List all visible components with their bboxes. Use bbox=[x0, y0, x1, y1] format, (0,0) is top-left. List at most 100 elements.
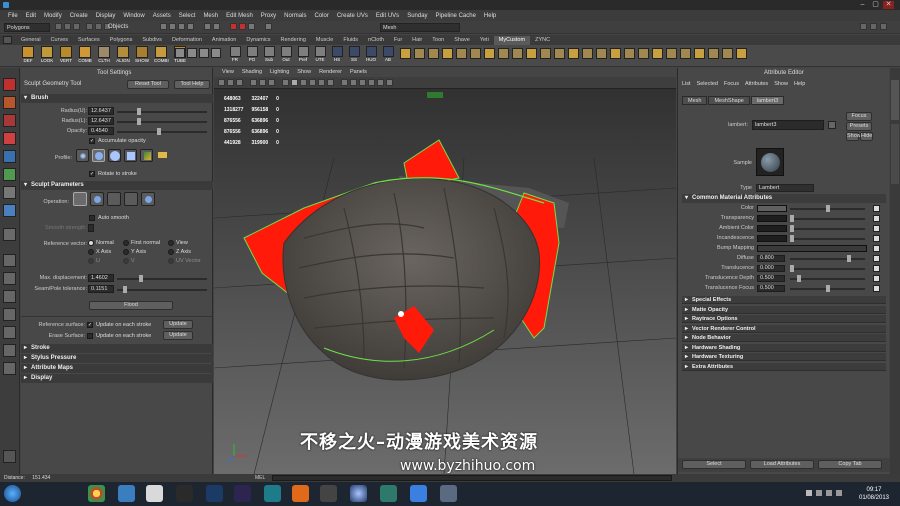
shelf-button-ute[interactable]: UTE bbox=[313, 46, 327, 62]
shelf-tool-icon[interactable] bbox=[498, 48, 509, 59]
shelf-tab-animation[interactable]: Animation bbox=[207, 36, 241, 45]
reference-vector-option[interactable]: U bbox=[88, 258, 100, 264]
slider-handle[interactable] bbox=[157, 128, 161, 135]
copy-tab-button[interactable]: Copy Tab bbox=[818, 460, 882, 469]
radius-u-slider[interactable] bbox=[117, 108, 207, 115]
attribute-slider[interactable] bbox=[790, 265, 865, 272]
focus-button[interactable]: Focus bbox=[846, 112, 872, 121]
camera-attributes-icon[interactable] bbox=[227, 79, 234, 86]
shelf-tab-curves[interactable]: Curves bbox=[46, 36, 73, 45]
tool-help-button[interactable]: Tool Help bbox=[174, 80, 210, 89]
section-header-special-effects[interactable]: Special Effects bbox=[682, 296, 886, 304]
viewport-menu-renderer[interactable]: Renderer bbox=[315, 68, 346, 77]
shelf-tool-icon[interactable] bbox=[400, 48, 411, 59]
channel-box-toggle-icon[interactable] bbox=[860, 23, 867, 30]
go-to-input-icon[interactable] bbox=[828, 121, 836, 129]
erase-update-button[interactable]: Update bbox=[163, 331, 193, 340]
tool-settings-toggle-icon[interactable] bbox=[880, 23, 887, 30]
color-swatch[interactable] bbox=[757, 205, 787, 212]
unknown-icon[interactable] bbox=[440, 485, 457, 502]
shelf-tab-hair[interactable]: Hair bbox=[407, 36, 427, 45]
start-orb-icon[interactable] bbox=[4, 485, 21, 502]
last-tool-icon[interactable] bbox=[3, 228, 16, 241]
section-header-stylus-pressure[interactable]: Stylus Pressure bbox=[21, 354, 213, 363]
shelf-tool-icon[interactable] bbox=[187, 48, 197, 58]
flag-icon[interactable] bbox=[836, 490, 842, 496]
shelf-tab-toon[interactable]: Toon bbox=[427, 36, 449, 45]
render-layout-icon[interactable] bbox=[3, 344, 16, 357]
lasso-tool-icon[interactable] bbox=[3, 96, 16, 109]
depth-of-field-icon[interactable] bbox=[386, 79, 393, 86]
shelf-tab-deformation[interactable]: Deformation bbox=[167, 36, 207, 45]
radio-button[interactable] bbox=[123, 249, 129, 255]
ambient-occlusion-icon[interactable] bbox=[359, 79, 366, 86]
shelf-button-align[interactable]: ALIGN bbox=[115, 46, 131, 63]
resolution-gate-icon[interactable] bbox=[268, 79, 275, 86]
shelf-tool-icon[interactable] bbox=[456, 48, 467, 59]
shelf-button-pref[interactable]: Pref bbox=[296, 46, 310, 62]
anti-alias-icon[interactable] bbox=[377, 79, 384, 86]
smooth-operation-icon[interactable] bbox=[107, 192, 121, 206]
shelf-button-clth[interactable]: CLTH bbox=[96, 46, 112, 63]
shelf-tab-fur[interactable]: Fur bbox=[389, 36, 407, 45]
nuke-icon[interactable] bbox=[146, 485, 163, 502]
shelf-tool-icon[interactable] bbox=[414, 48, 425, 59]
menu-window[interactable]: Window bbox=[119, 13, 148, 19]
smooth-shade-icon[interactable] bbox=[291, 79, 298, 86]
shelf-tab-subdivs[interactable]: Subdivs bbox=[137, 36, 167, 45]
radio-button[interactable] bbox=[88, 240, 94, 246]
reference-vector-option[interactable]: V bbox=[123, 258, 135, 264]
lights-icon[interactable] bbox=[318, 79, 325, 86]
shelf-tool-icon[interactable] bbox=[540, 48, 551, 59]
toolbox-settings-icon[interactable] bbox=[3, 450, 16, 463]
cinema4d-icon[interactable] bbox=[350, 485, 367, 502]
camera-select-icon[interactable] bbox=[218, 79, 225, 86]
shelf-tool-icon[interactable] bbox=[610, 48, 621, 59]
reference-vector-option[interactable]: View bbox=[168, 240, 188, 246]
shelf-button-huo[interactable]: HUO bbox=[364, 46, 378, 62]
slider-handle[interactable] bbox=[790, 265, 794, 272]
section-header-stroke[interactable]: Stroke bbox=[21, 344, 213, 353]
shelf-button-fr[interactable]: FR bbox=[228, 46, 242, 62]
max-displacement-slider[interactable] bbox=[117, 275, 207, 282]
menu-assets[interactable]: Assets bbox=[149, 13, 175, 19]
radius-l-slider[interactable] bbox=[117, 118, 207, 125]
shelf-tool-icon[interactable] bbox=[666, 48, 677, 59]
radio-button[interactable] bbox=[123, 240, 129, 246]
map-button-icon[interactable] bbox=[873, 215, 880, 222]
reference-vector-option[interactable]: UV Vector bbox=[168, 258, 201, 264]
four-view-layout-icon[interactable] bbox=[3, 272, 16, 285]
reference-vector-option[interactable]: First normal bbox=[123, 240, 160, 246]
channel-box-side-tab[interactable] bbox=[891, 124, 899, 184]
chrome-icon[interactable] bbox=[88, 485, 105, 502]
node-tab-mesh[interactable]: Mesh bbox=[682, 96, 708, 105]
menu-proxy[interactable]: Proxy bbox=[257, 13, 280, 19]
select-object-icon[interactable] bbox=[95, 23, 102, 30]
select-button[interactable]: Select bbox=[682, 460, 746, 469]
map-button-icon[interactable] bbox=[873, 285, 880, 292]
snap-view-plane-icon[interactable] bbox=[187, 23, 194, 30]
section-header-extra-attributes[interactable]: Extra Attributes bbox=[682, 362, 886, 371]
outliner-layout-icon[interactable] bbox=[3, 290, 16, 303]
attribute-slider[interactable] bbox=[790, 275, 865, 282]
radio-button[interactable] bbox=[123, 258, 129, 264]
shelf-tab-ncloth[interactable]: nCloth bbox=[363, 36, 389, 45]
topogun-icon[interactable] bbox=[380, 485, 397, 502]
menu-file[interactable]: File bbox=[4, 13, 22, 19]
scale-tool-icon[interactable] bbox=[3, 168, 16, 181]
slider-handle[interactable] bbox=[137, 118, 141, 125]
menu-modify[interactable]: Modify bbox=[40, 13, 66, 19]
section-header-raytrace-options[interactable]: Raytrace Options bbox=[682, 315, 886, 323]
shelf-tool-icon[interactable] bbox=[596, 48, 607, 59]
attribute-editor-side-tab[interactable] bbox=[891, 80, 899, 120]
pull-operation-icon[interactable] bbox=[90, 192, 104, 206]
slider-handle[interactable] bbox=[826, 285, 830, 292]
attribute-value-field[interactable]: 0.500 bbox=[757, 275, 785, 282]
xray-icon[interactable] bbox=[341, 79, 348, 86]
menu-set-dropdown[interactable]: Polygons bbox=[4, 23, 50, 32]
attribute-value-field[interactable]: 0.000 bbox=[757, 265, 785, 272]
square-profile-icon[interactable] bbox=[124, 149, 137, 162]
map-button-icon[interactable] bbox=[873, 255, 880, 262]
ae-menu-attributes[interactable]: Attributes bbox=[745, 81, 768, 87]
attribute-value-field[interactable]: 0.800 bbox=[757, 255, 785, 262]
